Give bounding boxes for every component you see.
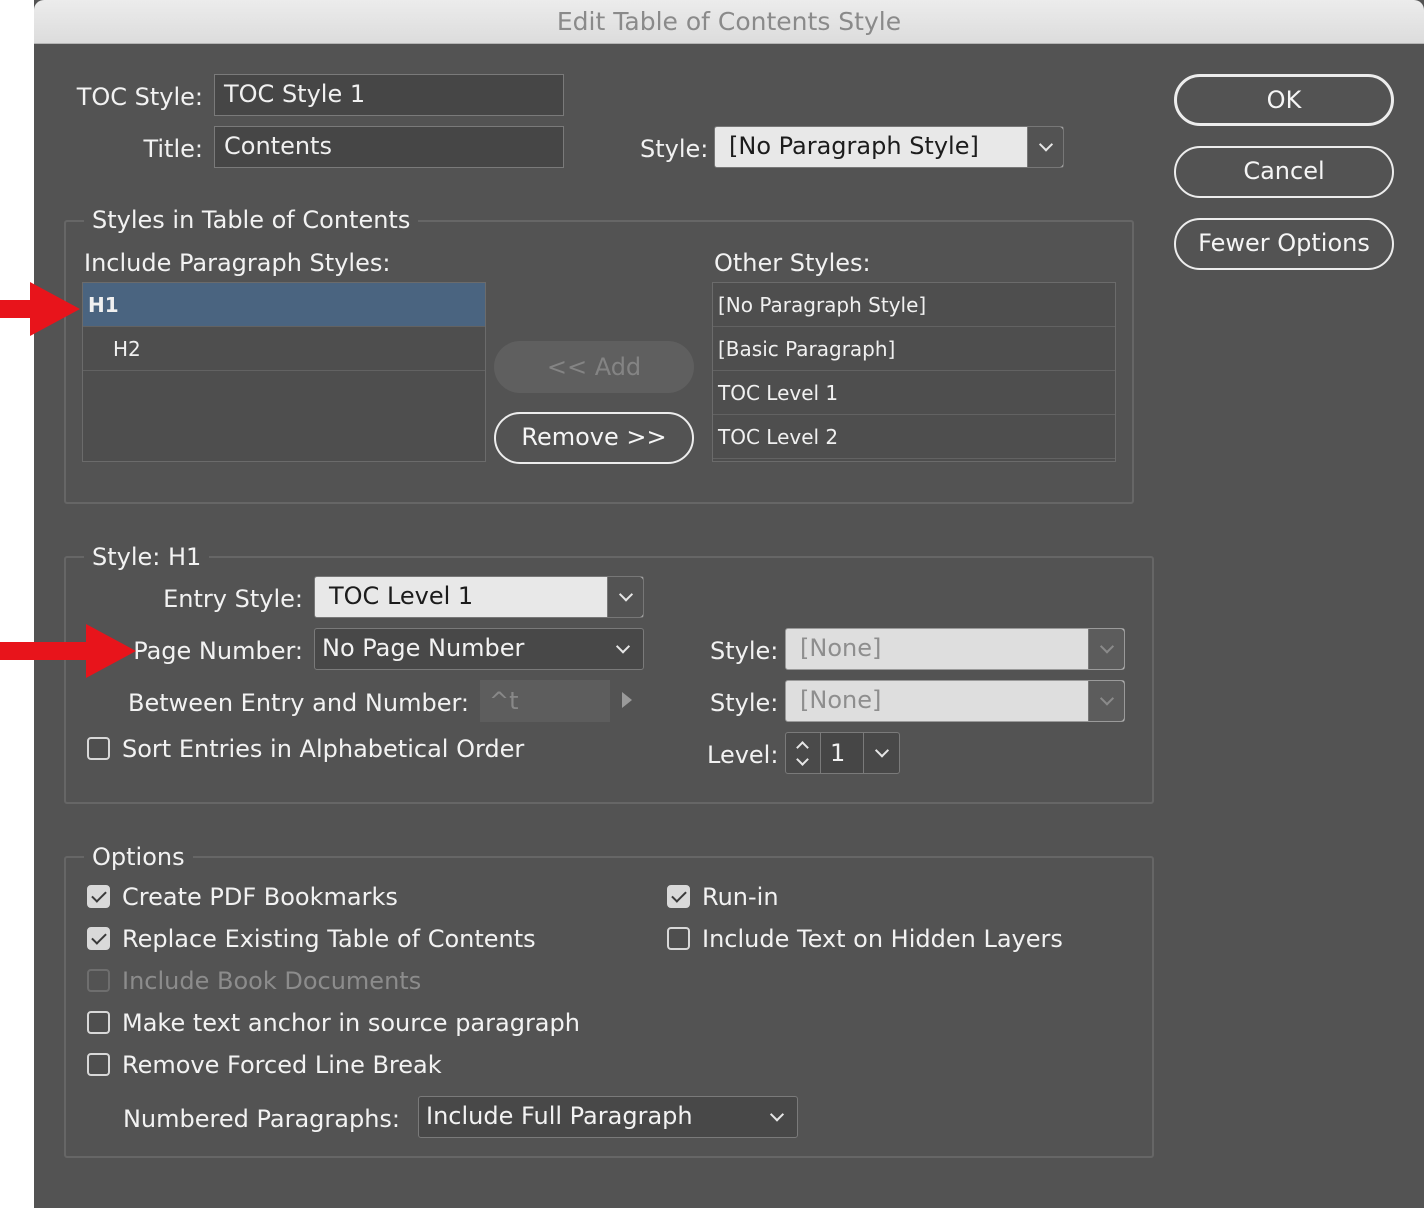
level-field[interactable]: 1 [820, 732, 864, 774]
create-pdf-bookmarks-checkbox[interactable] [87, 885, 110, 908]
chevron-down-icon [769, 1107, 785, 1122]
include-paragraph-styles-label: Include Paragraph Styles: [84, 249, 391, 277]
numbered-paragraphs-select[interactable]: Include Full Paragraph [418, 1096, 798, 1138]
entry-style-select[interactable]: TOC Level 1 [314, 576, 644, 618]
level-dropdown-button[interactable] [863, 732, 900, 774]
title-style-select[interactable]: [No Paragraph Style] [714, 126, 1064, 168]
page-number-style-select: [None] [785, 628, 1125, 670]
page-number-select[interactable]: No Page Number [314, 628, 644, 670]
ok-button[interactable]: OK [1174, 74, 1394, 126]
include-styles-list[interactable]: H1 H2 [82, 282, 486, 462]
level-label: Level: [707, 741, 779, 769]
between-entry-number-field[interactable]: ^t [480, 680, 610, 722]
between-style-value: [None] [800, 686, 882, 714]
numbered-paragraphs-label: Numbered Paragraphs: [122, 1105, 400, 1133]
cancel-button[interactable]: Cancel [1174, 146, 1394, 198]
remove-forced-line-break-label: Remove Forced Line Break [122, 1051, 442, 1079]
list-item-toc-level-2[interactable]: TOC Level 2 [713, 415, 1115, 459]
chevron-down-icon [615, 639, 631, 654]
sort-entries-checkbox[interactable] [87, 737, 110, 760]
toc-style-field[interactable]: TOC Style 1 [214, 74, 564, 116]
remove-button[interactable]: Remove >> [494, 412, 694, 464]
include-hidden-layers-label: Include Text on Hidden Layers [702, 925, 1063, 953]
chevron-up-icon[interactable] [796, 741, 809, 754]
annotation-arrow-icon [0, 282, 80, 336]
create-pdf-bookmarks-label: Create PDF Bookmarks [122, 883, 398, 911]
include-book-documents-checkbox [87, 969, 110, 992]
options-title: Options [84, 842, 193, 872]
make-text-anchor-checkbox[interactable] [87, 1011, 110, 1034]
other-styles-list[interactable]: [No Paragraph Style] [Basic Paragraph] T… [712, 282, 1116, 462]
toc-style-label: TOC Style: [76, 83, 203, 111]
make-text-anchor-label: Make text anchor in source paragraph [122, 1009, 580, 1037]
fewer-options-button[interactable]: Fewer Options [1174, 218, 1394, 270]
level-stepper[interactable] [785, 732, 821, 774]
style-h1-title: Style: H1 [84, 542, 210, 572]
add-button[interactable]: << Add [494, 341, 694, 393]
title-style-dropdown-button[interactable] [1027, 127, 1063, 167]
title-label: Title: [143, 135, 203, 163]
numbered-paragraphs-value: Include Full Paragraph [426, 1102, 693, 1130]
entry-style-value: TOC Level 1 [329, 582, 474, 610]
chevron-down-icon [1038, 137, 1053, 152]
between-entry-number-label: Between Entry and Number: [128, 689, 469, 717]
replace-existing-checkbox[interactable] [87, 927, 110, 950]
window-title: Edit Table of Contents Style [34, 0, 1424, 44]
list-item-h2[interactable]: H2 [83, 327, 485, 371]
annotation-arrow-icon [0, 624, 136, 678]
between-style-dropdown-button [1088, 681, 1124, 721]
between-style-select: [None] [785, 680, 1125, 722]
page-number-style-dropdown-button [1088, 629, 1124, 669]
include-hidden-layers-checkbox[interactable] [667, 927, 690, 950]
entry-style-label: Entry Style: [163, 585, 303, 613]
chevron-down-icon[interactable] [796, 753, 809, 766]
list-item-toc-level-1[interactable]: TOC Level 1 [713, 371, 1115, 415]
title-field[interactable]: Contents [214, 126, 564, 168]
remove-forced-line-break-checkbox[interactable] [87, 1053, 110, 1076]
list-item-h1[interactable]: H1 [83, 283, 485, 327]
run-in-label: Run-in [702, 883, 779, 911]
replace-existing-label: Replace Existing Table of Contents [122, 925, 536, 953]
chevron-down-icon [1099, 639, 1114, 654]
other-styles-label: Other Styles: [714, 249, 871, 277]
special-characters-menu-icon[interactable] [622, 692, 632, 708]
styles-in-toc-title: Styles in Table of Contents [84, 205, 419, 235]
list-item-no-paragraph-style[interactable]: [No Paragraph Style] [713, 283, 1115, 327]
list-item-basic-paragraph[interactable]: [Basic Paragraph] [713, 327, 1115, 371]
chevron-down-icon [874, 743, 889, 758]
chevron-down-icon [1099, 691, 1114, 706]
run-in-checkbox[interactable] [667, 885, 690, 908]
page-number-style-value: [None] [800, 634, 882, 662]
title-style-value: [No Paragraph Style] [729, 132, 979, 160]
chevron-down-icon [618, 587, 633, 602]
between-style-label: Style: [710, 689, 779, 717]
title-style-label: Style: [640, 135, 709, 163]
sort-entries-label: Sort Entries in Alphabetical Order [122, 735, 525, 763]
entry-style-dropdown-button[interactable] [607, 577, 643, 617]
page-number-style-label: Style: [710, 637, 779, 665]
page-number-value: No Page Number [322, 634, 525, 662]
include-book-documents-label: Include Book Documents [122, 967, 422, 995]
